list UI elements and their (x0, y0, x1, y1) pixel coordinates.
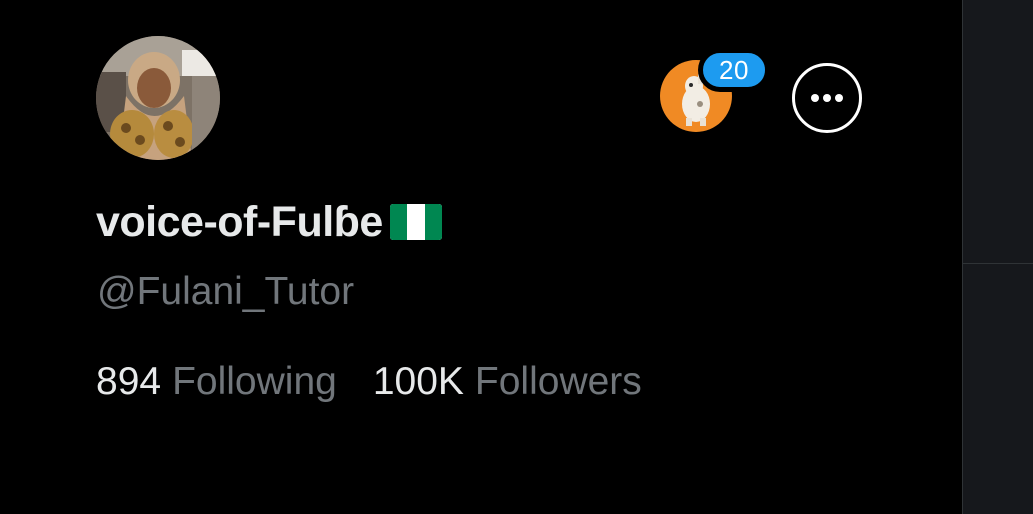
nigeria-flag-icon (389, 204, 442, 240)
profile-avatar[interactable] (96, 36, 220, 160)
account-switcher[interactable]: 20 (660, 48, 770, 132)
more-dots-icon (811, 94, 843, 102)
following-count: 894 (96, 360, 162, 403)
name-row: voice-of-Fulɓe (96, 196, 443, 248)
followers-count: 100K (372, 360, 464, 403)
notification-count-badge: 20 (698, 48, 770, 92)
profile-photo (96, 36, 220, 160)
display-name: voice-of-Fulɓe (96, 197, 383, 246)
followers-label: Followers (474, 360, 642, 403)
user-handle: @Fulani_Tutor (97, 270, 355, 313)
following-link[interactable]: 894 Following (96, 360, 337, 404)
side-panel-divider (963, 263, 1033, 264)
followers-link[interactable]: 100K Followers (373, 360, 642, 404)
side-panel (962, 0, 1033, 514)
more-options-button[interactable] (792, 63, 862, 133)
follow-stats: 894 Following 100K Followers (96, 360, 642, 404)
following-label: Following (172, 360, 337, 403)
profile-header: 20 voice-of-Fulɓe @Fulani_Tutor 894 Foll… (0, 0, 1033, 514)
